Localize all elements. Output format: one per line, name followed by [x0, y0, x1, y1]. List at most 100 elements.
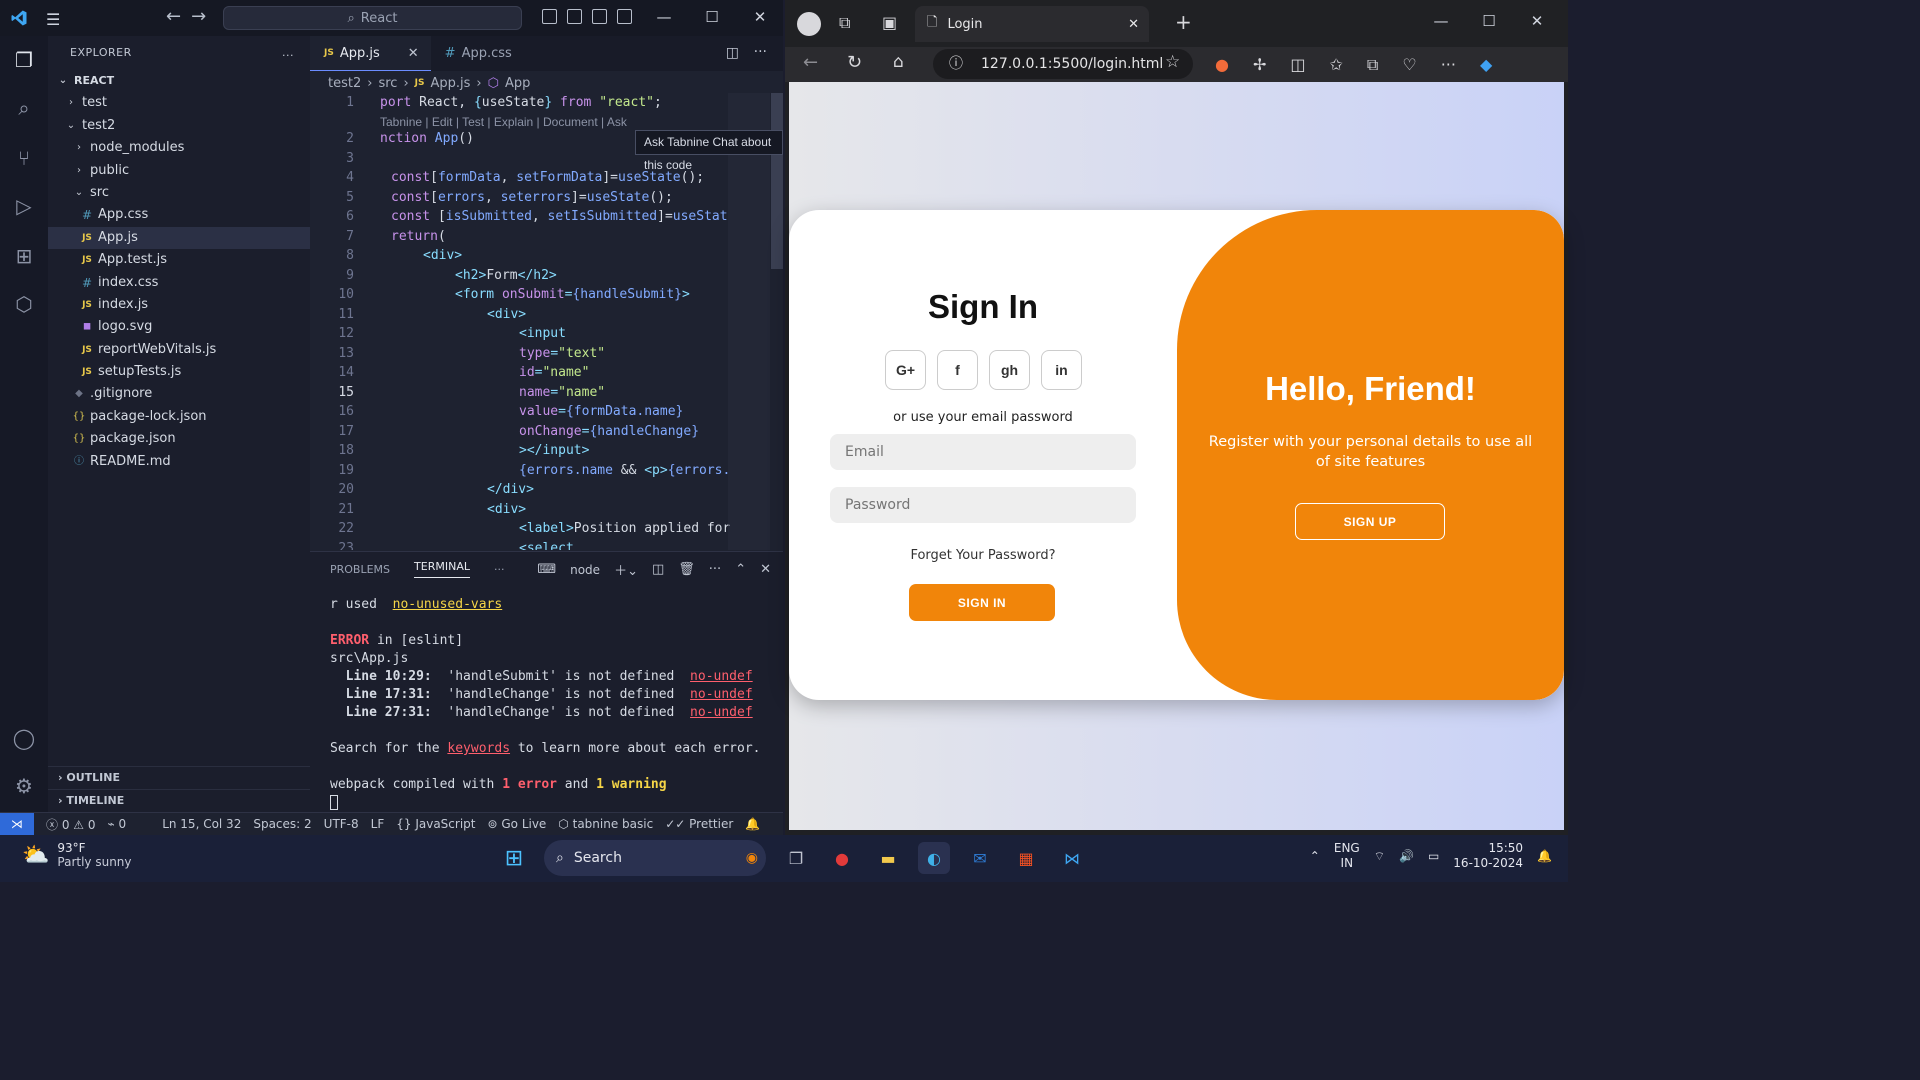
start-button-icon[interactable]: ⊞ [498, 842, 530, 874]
panel-more-icon[interactable]: ··· [709, 562, 721, 577]
editor-scrollbar[interactable] [771, 93, 783, 269]
language-indicator[interactable]: ENG IN [1334, 841, 1360, 871]
toggle-secondary-sidebar-icon[interactable] [592, 9, 607, 24]
tabnine-status[interactable]: ⬡ tabnine basic [558, 817, 653, 831]
tray-overflow-icon[interactable]: ⌃ [1310, 849, 1320, 863]
copilot-icon[interactable]: ◆ [1480, 55, 1492, 75]
tab-actions-icon[interactable]: ▣ [882, 13, 897, 32]
rule-link[interactable]: no-undef [690, 669, 753, 684]
rule-link[interactable]: no-undef [690, 687, 753, 702]
tree-item[interactable]: # index.css [48, 272, 310, 294]
close-icon[interactable]: ✕ [736, 8, 784, 26]
tree-item[interactable]: JS setupTests.js [48, 361, 310, 383]
address-bar[interactable]: ⓘ 127.0.0.1:5500/login.html [933, 49, 1193, 79]
tree-item[interactable]: ⌄ REACT [48, 70, 310, 92]
panel-more-icon[interactable]: ··· [494, 563, 505, 576]
task-view-icon[interactable]: ❐ [780, 842, 812, 874]
split-screen-icon[interactable]: ◫ [1290, 55, 1305, 75]
prettier-status[interactable]: ✓✓ Prettier [665, 817, 733, 831]
close-tab-icon[interactable]: ✕ [1128, 17, 1139, 32]
profile-avatar[interactable] [797, 12, 821, 36]
extension-icon[interactable]: ● [1215, 55, 1229, 75]
language-status[interactable]: {} JavaScript [396, 817, 475, 831]
sign-in-button[interactable]: SIGN IN [909, 584, 1055, 621]
minimap[interactable] [728, 93, 770, 550]
riot-client-icon[interactable]: ● [826, 842, 858, 874]
tree-item[interactable]: JS App.js [48, 226, 310, 250]
browser-essentials-icon[interactable]: ♡ [1402, 55, 1416, 75]
tree-item[interactable]: ◆ .gitignore [48, 383, 310, 405]
wifi-icon[interactable]: ⌔ [1374, 849, 1385, 864]
email-input[interactable] [830, 434, 1136, 470]
favorite-star-icon[interactable]: ☆ [1165, 52, 1180, 72]
ports-status[interactable]: ⌁ 0 [108, 817, 127, 831]
account-icon[interactable]: ◯ [12, 726, 36, 750]
microsoft-store-icon[interactable]: ▦ [1010, 842, 1042, 874]
cursor-position[interactable]: Ln 15, Col 32 [162, 817, 241, 831]
google-plus-button[interactable]: G+ [885, 350, 926, 390]
tree-item[interactable]: ◼ logo.svg [48, 316, 310, 338]
tabnine-codelens[interactable]: Tabnine | Edit | Test | Explain | Docume… [380, 115, 627, 129]
split-editor-icon[interactable]: ◫ [726, 45, 739, 61]
sign-up-button[interactable]: SIGN UP [1295, 503, 1445, 540]
tree-item[interactable]: ⌄ src [48, 182, 310, 204]
editor-more-icon[interactable]: ··· [754, 44, 767, 60]
problems-status[interactable]: ⓧ 0 ⚠ 0 [46, 816, 96, 833]
extensions-puzzle-icon[interactable]: ✢ [1253, 55, 1266, 75]
tree-item[interactable]: ⌄ test2 [48, 115, 310, 137]
taskbar-search[interactable]: ⌕ Search ◉ [544, 840, 766, 876]
terminal-shell[interactable]: node [570, 563, 600, 577]
tree-item[interactable]: JS index.js [48, 294, 310, 316]
terminal-output[interactable]: r used no-unused-vars ERROR in [eslint] … [330, 596, 760, 812]
toggle-sidebar-icon[interactable] [542, 9, 557, 24]
outlook-icon[interactable]: ✉ [964, 842, 996, 874]
tree-item[interactable]: › test [48, 92, 310, 114]
breadcrumb-folder[interactable]: src [378, 76, 397, 91]
browser-tab-login[interactable]: 🗋 Login ✕ [915, 6, 1149, 42]
run-debug-icon[interactable]: ▷ [12, 194, 36, 218]
customize-layout-icon[interactable] [617, 9, 632, 24]
notification-icon[interactable]: 🔔 [1537, 849, 1552, 863]
maximize-icon[interactable]: ☐ [688, 8, 736, 26]
info-icon[interactable]: ⓘ [949, 49, 963, 79]
rule-link[interactable]: no-undef [690, 705, 753, 720]
remote-explorer-icon[interactable]: ⬡ [12, 292, 36, 316]
tab-app-js[interactable]: JS App.js ✕ [310, 36, 431, 71]
favorites-icon[interactable]: ✩ [1330, 55, 1343, 75]
toggle-panel-icon[interactable] [567, 9, 582, 24]
maximize-panel-icon[interactable]: ⌃ [735, 562, 746, 577]
tree-item[interactable]: {} package-lock.json [48, 406, 310, 428]
tab-terminal[interactable]: TERMINAL [414, 560, 470, 578]
code-editor[interactable]: 1 2 3 4 5 6 7 8 9 10 11 12 13 14 15 16 17 18 19 20 21 22 23 po… [310, 93, 783, 550]
indent-status[interactable]: Spaces: 2 [253, 817, 311, 831]
weather-widget[interactable]: ⛅ 93°F Partly sunny [22, 841, 132, 869]
split-terminal-icon[interactable]: ◫ [652, 562, 664, 577]
edge-icon[interactable]: ◐ [918, 842, 950, 874]
reload-icon[interactable]: ↻ [847, 52, 862, 73]
breadcrumb-folder[interactable]: test2 [328, 76, 361, 91]
notifications-bell-icon[interactable]: 🔔 [745, 817, 760, 831]
vscode-taskbar-icon[interactable]: ⋈ [1056, 842, 1088, 874]
new-tab-icon[interactable]: + [1175, 10, 1192, 34]
volume-icon[interactable]: 🔊 [1399, 849, 1414, 863]
eol-status[interactable]: LF [371, 817, 385, 831]
battery-icon[interactable]: ▭ [1428, 849, 1439, 863]
facebook-button[interactable]: f [937, 350, 978, 390]
tree-item[interactable]: # App.css [48, 204, 310, 226]
tree-item[interactable]: JS reportWebVitals.js [48, 339, 310, 361]
tree-item[interactable]: › public [48, 160, 310, 182]
breadcrumb-file[interactable]: App.js [430, 76, 470, 91]
workspaces-icon[interactable]: ⧉ [839, 13, 850, 33]
close-tab-icon[interactable]: ✕ [408, 46, 419, 61]
tab-app-css[interactable]: # App.css [431, 36, 524, 71]
maximize-icon[interactable]: ☐ [1465, 12, 1513, 30]
tab-problems[interactable]: PROBLEMS [330, 563, 390, 576]
new-terminal-icon[interactable]: ＋⌄ [614, 560, 638, 579]
home-icon[interactable]: ⌂ [893, 52, 904, 72]
rule-link[interactable]: no-unused-vars [393, 597, 503, 612]
explorer-more-icon[interactable]: ... [282, 36, 294, 70]
close-icon[interactable]: ✕ [1513, 12, 1561, 30]
keywords-link[interactable]: keywords [447, 741, 510, 756]
encoding-status[interactable]: UTF-8 [324, 817, 359, 831]
remote-icon[interactable]: ⋊ [0, 812, 34, 836]
